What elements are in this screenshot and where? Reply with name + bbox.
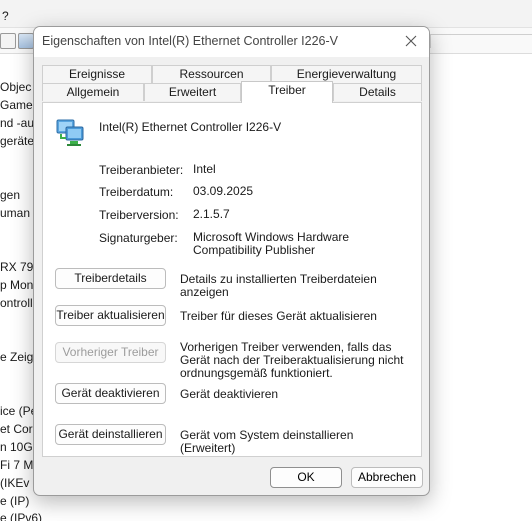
tree-item[interactable]: Fi 7 M xyxy=(0,458,33,472)
background-menu-bar: ? xyxy=(0,0,532,28)
network-adapter-icon xyxy=(55,117,87,149)
provider-label: Treiberanbieter: xyxy=(99,163,184,177)
tree-item[interactable]: e (IPv6) xyxy=(0,511,42,521)
tab-erweitert[interactable]: Erweitert xyxy=(144,83,241,101)
driver-tab-panel: Intel(R) Ethernet Controller I226-V Trei… xyxy=(42,102,422,457)
close-icon[interactable] xyxy=(401,31,421,51)
tree-item[interactable]: Objec xyxy=(0,80,31,94)
cancel-button[interactable]: Abbrechen xyxy=(351,467,423,488)
signer-label: Signaturgeber: xyxy=(99,231,178,245)
update-driver-description: Treiber für dieses Gerät aktualisieren xyxy=(180,309,377,323)
disable-device-button[interactable]: Gerät deaktivieren xyxy=(55,383,166,404)
uninstall-device-button[interactable]: Gerät deinstallieren xyxy=(55,424,166,445)
date-value: 03.09.2025 xyxy=(193,184,254,198)
tree-item[interactable]: et Cor xyxy=(0,422,33,436)
driver-details-button[interactable]: Treiberdetails xyxy=(55,268,166,289)
tree-item[interactable]: ice (Pe xyxy=(0,404,37,418)
driver-details-description: Details zu installierten Treiberdateien … xyxy=(180,272,377,299)
disable-device-description: Gerät deaktivieren xyxy=(180,387,279,401)
version-label: Treiberversion: xyxy=(99,208,179,222)
tree-item[interactable]: uman xyxy=(0,206,30,220)
tree-item[interactable]: p Mon xyxy=(0,278,33,292)
tree-item[interactable]: Game xyxy=(0,98,33,112)
device-name: Intel(R) Ethernet Controller I226-V xyxy=(99,120,282,134)
tree-item[interactable]: gen xyxy=(0,188,20,202)
update-driver-button[interactable]: Treiber aktualisieren xyxy=(55,305,166,326)
ok-button[interactable]: OK xyxy=(270,467,342,488)
toolbar-monitor-icon[interactable] xyxy=(18,33,34,49)
tree-item[interactable]: (IKEv xyxy=(0,476,29,490)
provider-value: Intel xyxy=(193,162,216,176)
tab-treiber[interactable]: Treiber xyxy=(241,81,333,103)
toolbar-button-icon[interactable] xyxy=(0,33,16,49)
rollback-driver-button[interactable]: Vorheriger Treiber xyxy=(55,342,166,363)
tree-item[interactable]: nd -au xyxy=(0,116,34,130)
dialog-title: Eigenschaften von Intel(R) Ethernet Cont… xyxy=(42,34,338,48)
date-label: Treiberdatum: xyxy=(99,185,174,199)
tree-item[interactable]: e (IP) xyxy=(0,494,29,508)
tab-allgemein[interactable]: Allgemein xyxy=(42,83,144,101)
tab-ereignisse[interactable]: Ereignisse xyxy=(42,65,152,83)
version-value: 2.1.5.7 xyxy=(193,207,230,221)
uninstall-device-description: Gerät vom System deinstallieren (Erweite… xyxy=(180,428,354,455)
background-menu-fragment[interactable]: ? xyxy=(2,9,9,23)
signer-value: Microsoft Windows Hardware Compatibility… xyxy=(193,230,350,257)
properties-dialog: Eigenschaften von Intel(R) Ethernet Cont… xyxy=(33,26,430,496)
tree-item[interactable]: geräte xyxy=(0,134,34,148)
tree-item[interactable]: ontroll xyxy=(0,296,33,310)
rollback-driver-description: Vorherigen Treiber verwenden, falls das … xyxy=(180,340,404,380)
tab-details[interactable]: Details xyxy=(333,83,422,101)
toolbar-edge xyxy=(430,34,532,48)
dialog-title-bar[interactable]: Eigenschaften von Intel(R) Ethernet Cont… xyxy=(34,27,429,57)
